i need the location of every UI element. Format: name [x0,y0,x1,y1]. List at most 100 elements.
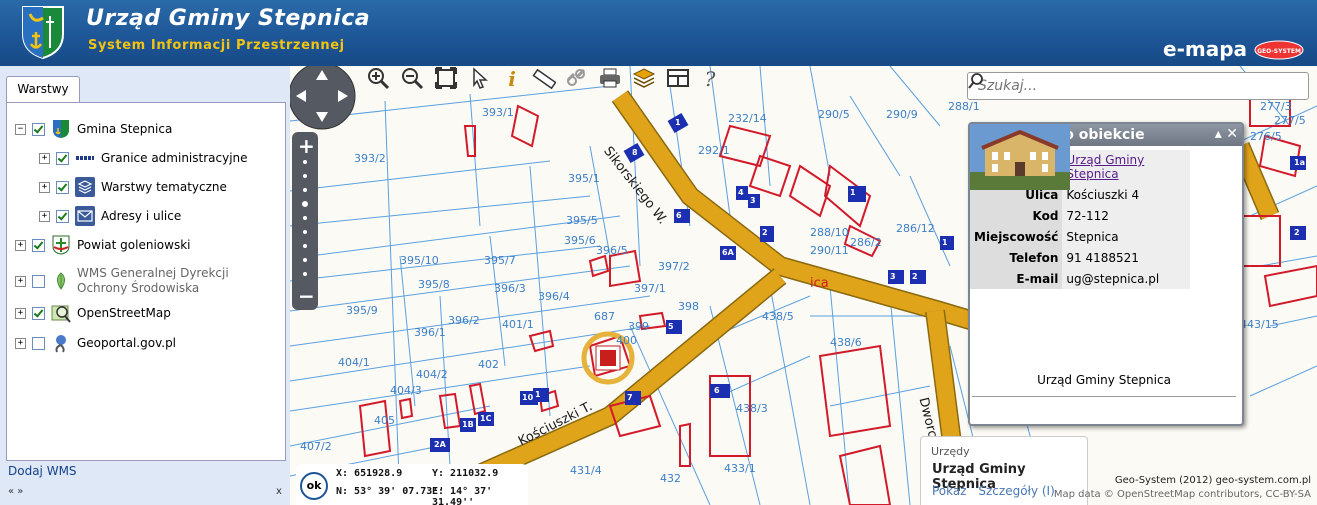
expand-toggle[interactable]: + [39,181,50,193]
name-link[interactable]: Urząd Gminy Stepnica [1066,153,1144,181]
divider [972,396,1236,397]
full-extent-icon[interactable] [434,66,458,90]
boundary-line-icon [75,148,95,168]
layer-node-geoportal[interactable]: + Geoportal.gov.pl [15,332,176,354]
panel-paging[interactable]: « » [8,486,23,497]
info-key: Telefon [970,247,1063,268]
parcel-label: 232/14 [728,112,767,125]
layer-label: Adresy i ulice [101,209,182,223]
help-icon[interactable]: ? [698,66,722,90]
collapse-toggle[interactable]: − [15,123,26,135]
layer-node-osm[interactable]: + OpenStreetMap [15,302,171,324]
layer-node-granice[interactable]: + Granice administracyjne [39,147,248,169]
parcel-label: 396/2 [448,314,480,327]
svg-text:GEO-SYSTEM: GEO-SYSTEM [1257,48,1301,55]
layer-tree: − Gmina Stepnica + Granice administracyj… [6,102,286,461]
layer-node-adresy[interactable]: + Adresy i ulice [39,205,181,227]
parcel-label: 395/10 [400,254,439,267]
attribution-osm: Map data © OpenStreetMap contributors, C… [1053,489,1311,500]
search-icon[interactable] [968,73,984,89]
parcel-label: 404/1 [338,356,370,369]
zoom-out-button[interactable]: − [298,284,315,308]
info-value: Kościuszki 4 [1062,184,1191,205]
parcel-label: 395/1 [568,172,600,185]
show-link[interactable]: Pokaż [932,484,967,498]
parcel-label: 396/4 [538,290,570,303]
link-icon[interactable] [564,66,588,90]
tab-warstwy[interactable]: Warstwy [6,76,80,103]
layer-checkbox[interactable] [56,151,69,165]
parcel-label: 402 [478,358,499,371]
panel-close[interactable]: x [276,486,282,497]
layer-checkbox[interactable] [56,180,69,194]
map-view[interactable]: 393/1 393/2 395/1 395/5 395/6 396/5 395/10 395/… [290,66,1317,505]
parcel-label: 405 [374,414,395,427]
info-icon[interactable]: i [500,66,524,90]
house-number-label: 2A [434,440,446,449]
parcel-label: 400 [616,334,637,347]
house-number-label: 5 [668,322,674,331]
layer-checkbox[interactable] [32,274,45,288]
layer-checkbox[interactable] [32,336,45,350]
attribution-geosystem: Geo-System (2012) geo-system.com.pl [1114,475,1311,486]
house-number-label: 1 [942,238,948,247]
layer-node-gmina[interactable]: − Gmina Stepnica [15,118,172,140]
layer-checkbox[interactable] [32,238,45,252]
photo-caption: Urząd Gminy Stepnica [1037,373,1171,387]
parcel-label: 395/6 [564,234,596,247]
expand-toggle[interactable]: + [39,152,50,164]
coord-e: E: 14° 37' 31.49'' [432,486,493,505]
expand-toggle[interactable]: + [15,307,26,319]
print-icon[interactable] [598,66,622,90]
info-row: Telefon 91 4188521 [970,247,1191,268]
search-input[interactable] [976,74,1280,98]
layout-icon[interactable] [666,66,690,90]
add-wms-link[interactable]: Dodaj WMS [8,464,77,478]
gmina-crest-icon [53,120,69,138]
layer-node-tematyczne[interactable]: + Warstwy tematyczne [39,176,227,198]
app-title: Urząd Gminy Stepnica [86,6,371,31]
house-number-label: 6 [714,386,720,395]
expand-toggle[interactable]: + [39,210,50,222]
parcel-label: 395/5 [566,214,598,227]
zoom-in-button[interactable]: + [298,134,315,158]
measure-icon[interactable] [532,66,556,90]
parcel-label: 443/15 [1240,318,1279,331]
pointer-icon[interactable] [468,66,492,90]
layer-checkbox[interactable] [56,209,69,223]
layers-icon[interactable] [632,66,656,90]
info-row: Kod 72-112 [970,205,1191,226]
expand-toggle[interactable]: + [15,239,26,251]
expand-toggle[interactable]: + [15,275,26,287]
map-magnifier-icon [51,305,71,323]
parcel-label: 395/7 [484,254,516,267]
house-number-label: 2 [1294,228,1300,237]
house-number-label: 1 [535,390,541,399]
parcel-label: 286/12 [896,222,935,235]
svg-text:?: ? [705,67,716,90]
zoom-out-icon[interactable] [400,66,424,90]
layer-checkbox[interactable] [32,122,45,136]
house-number-label: 1 [850,188,856,197]
layer-label: Powiat goleniowski [77,238,191,252]
search-box[interactable] [967,72,1309,100]
layer-node-powiat[interactable]: + Powiat goleniowski [15,234,190,256]
layer-node-gdos[interactable]: + WMS Generalnej Dyrekcji Ochrony Środow… [15,261,229,301]
zoom-in-icon[interactable] [366,66,390,90]
expand-toggle[interactable]: + [15,337,26,349]
parcel-label: 292/1 [698,144,730,157]
ok-button[interactable]: ok [300,472,328,500]
parcel-label: 277/5 [1274,114,1306,127]
close-icon[interactable]: ✕ [1226,126,1238,142]
coat-of-arms-fill [600,350,616,366]
house-number-label: 2 [762,228,768,237]
collapse-icon[interactable]: ▴ [1215,126,1222,142]
parcel-label: 401/1 [502,318,534,331]
parcel-label: 404/2 [416,368,448,381]
layers-panel: Warstwy − Gmina Stepnica + Granice admin… [0,66,290,505]
info-value: 91 4188521 [1062,247,1191,268]
details-link[interactable]: Szczegóły (I) [978,484,1054,498]
layer-checkbox[interactable] [32,306,45,320]
info-key: Miejscowość [970,226,1063,247]
parcel-label: 393/1 [482,106,514,119]
